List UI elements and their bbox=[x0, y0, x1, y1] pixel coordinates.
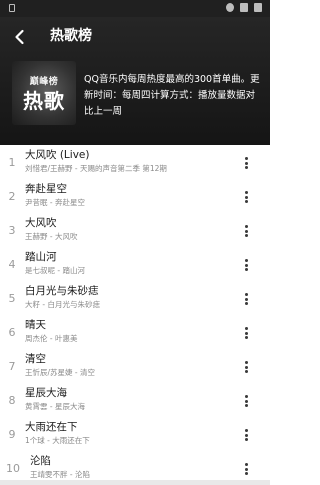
more-options-icon[interactable] bbox=[242, 427, 250, 443]
song-title: 星辰大海 bbox=[25, 387, 67, 399]
song-rank: 4 bbox=[8, 258, 16, 271]
song-title: 踏山河 bbox=[25, 251, 57, 263]
notification-icon bbox=[9, 4, 15, 12]
song-artist: 黄霄雲 - 星辰大海 bbox=[25, 402, 85, 411]
song-artist: 刘惜君/王赫野 - 天赐的声音第二季 第12期 bbox=[25, 164, 167, 173]
song-artist: 1个球 - 大雨还在下 bbox=[25, 436, 90, 445]
song-title: 清空 bbox=[25, 353, 46, 365]
song-row[interactable]: 7 清空 王忻辰/苏星婕 - 清空 bbox=[0, 351, 270, 385]
more-options-icon[interactable] bbox=[242, 325, 250, 341]
song-rank: 7 bbox=[8, 360, 16, 373]
song-title: 大风吹 bbox=[25, 217, 57, 229]
song-row[interactable]: 8 星辰大海 黄霄雲 - 星辰大海 bbox=[0, 385, 270, 419]
song-row[interactable]: 4 踏山河 是七叔呢 - 踏山河 bbox=[0, 249, 270, 283]
song-artist: 大籽 - 白月光与朱砂痣 bbox=[25, 300, 100, 309]
chart-header: 热歌榜 巅峰榜 热歌 QQ音乐内每周热度最高的300首单曲。更新时间：每周四计算… bbox=[0, 17, 270, 145]
battery-icon bbox=[254, 3, 262, 12]
song-row[interactable]: 2 奔赴星空 尹昔眠 - 奔赴星空 bbox=[0, 181, 270, 215]
song-rank: 5 bbox=[8, 292, 16, 305]
chart-description: QQ音乐内每周热度最高的300首单曲。更新时间：每周四计算方式：播放量数据对比上… bbox=[84, 74, 260, 117]
back-button[interactable] bbox=[11, 28, 29, 46]
song-rank: 6 bbox=[8, 326, 16, 339]
back-arrow-icon bbox=[15, 29, 24, 45]
song-rank: 2 bbox=[8, 190, 16, 203]
song-title: 大风吹 (Live) bbox=[25, 149, 90, 161]
song-title: 奔赴星空 bbox=[25, 183, 67, 195]
song-row[interactable]: 1 大风吹 (Live) 刘惜君/王赫野 - 天赐的声音第二季 第12期 bbox=[0, 147, 270, 181]
song-rank: 10 bbox=[6, 462, 20, 475]
song-title: 沦陷 bbox=[30, 455, 51, 467]
bottom-edge bbox=[0, 480, 270, 485]
more-options-icon[interactable] bbox=[242, 155, 250, 171]
song-row[interactable]: 9 大雨还在下 1个球 - 大雨还在下 bbox=[0, 419, 270, 453]
page-title: 热歌榜 bbox=[50, 28, 92, 44]
status-icons bbox=[226, 3, 262, 12]
song-row[interactable]: 3 大风吹 王赫野 - 大风吹 bbox=[0, 215, 270, 249]
more-options-icon[interactable] bbox=[242, 189, 250, 205]
status-bar bbox=[0, 0, 270, 17]
song-row[interactable]: 6 晴天 周杰伦 - 叶惠美 bbox=[0, 317, 270, 351]
more-options-icon[interactable] bbox=[242, 257, 250, 273]
song-title: 白月光与朱砂痣 bbox=[25, 285, 99, 297]
song-artist: 周杰伦 - 叶惠美 bbox=[25, 334, 78, 343]
song-rank: 1 bbox=[8, 156, 16, 169]
song-rank: 3 bbox=[8, 224, 16, 237]
more-options-icon[interactable] bbox=[242, 291, 250, 307]
more-options-icon[interactable] bbox=[242, 393, 250, 409]
alarm-icon bbox=[226, 3, 234, 12]
song-artist: 王忻辰/苏星婕 - 清空 bbox=[25, 368, 96, 377]
song-title: 晴天 bbox=[25, 319, 46, 331]
song-artist: 是七叔呢 - 踏山河 bbox=[25, 266, 85, 275]
song-rank: 8 bbox=[8, 394, 16, 407]
song-artist: 尹昔眠 - 奔赴星空 bbox=[25, 198, 85, 207]
song-title: 大雨还在下 bbox=[25, 421, 78, 433]
more-options-icon[interactable] bbox=[242, 223, 250, 239]
more-options-icon[interactable] bbox=[242, 461, 250, 477]
song-artist: 王赫野 - 大风吹 bbox=[25, 232, 78, 241]
cover-main-text: 热歌 bbox=[23, 89, 65, 113]
wifi-icon bbox=[240, 3, 248, 12]
more-options-icon[interactable] bbox=[242, 359, 250, 375]
song-artist: 王靖雯不胖 - 沦陷 bbox=[30, 470, 90, 479]
song-row[interactable]: 5 白月光与朱砂痣 大籽 - 白月光与朱砂痣 bbox=[0, 283, 270, 317]
chart-cover-image: 巅峰榜 热歌 bbox=[12, 61, 76, 125]
song-rank: 9 bbox=[8, 428, 16, 441]
song-list: 1 大风吹 (Live) 刘惜君/王赫野 - 天赐的声音第二季 第12期 2 奔… bbox=[0, 147, 270, 485]
